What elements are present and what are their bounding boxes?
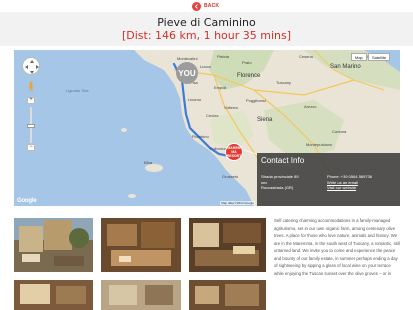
top-bar: BACK [0, 0, 413, 12]
map-label: Montepulciano [306, 142, 333, 147]
map-label: Follonica [210, 146, 227, 151]
property-description: Self catering charming accommodations in… [274, 218, 400, 276]
map-label: San Marino [330, 64, 361, 70]
map-label: Pistoia [217, 54, 230, 59]
contact-address: Strada provinciale 89 snc Roccastrada (G… [261, 174, 299, 190]
map-label: Cecina [206, 113, 219, 118]
map-label: Livorno [188, 97, 202, 102]
destination-marker-label: MAREM MA RESORT [226, 146, 242, 158]
gallery-photo[interactable] [101, 218, 181, 272]
destination-marker[interactable]: MAREM MA RESORT [225, 143, 243, 161]
map-label: Montecatini [177, 56, 198, 61]
back-button[interactable]: BACK [192, 1, 219, 11]
photo-bedroom-image [14, 280, 93, 310]
map-attribution: Map data ©2014 Google [220, 201, 255, 205]
gallery-photo[interactable] [14, 218, 93, 272]
photo-terrace-image [14, 218, 93, 272]
contact-details: Phone: +39 0564 569736 Write us an email… [327, 174, 397, 191]
map-label: Tuscany [276, 80, 291, 85]
map-label: Ligurian Sea [66, 88, 89, 93]
zoom-in-button[interactable]: + [27, 97, 35, 104]
back-arrow-icon [192, 1, 201, 11]
page-title: Pieve di Caminino [157, 16, 256, 29]
gallery-photo[interactable] [189, 280, 266, 310]
website-link[interactable]: Visit our website [327, 185, 397, 191]
distance-info: [Dist: 146 km, 1 hour 35 mins] [121, 29, 292, 42]
gallery-photo[interactable] [189, 218, 266, 272]
google-logo: Google [17, 198, 37, 204]
map-label: Empoli [214, 85, 227, 90]
map-label: Lucca [200, 64, 211, 69]
map-label: Cesena [299, 54, 313, 59]
map-type-map-button[interactable]: Map [351, 53, 367, 61]
photo-dining-image [189, 280, 266, 310]
photo-livingroom-image [189, 218, 266, 272]
map-label: Poggibonsi [246, 98, 266, 103]
page-header: Pieve di Caminino [Dist: 146 km, 1 hour … [0, 12, 413, 46]
map-label: Arezzo [304, 104, 317, 109]
photo-kitchen-image [101, 218, 181, 272]
contact-title: Contact Info [261, 156, 305, 165]
gallery-photo[interactable] [14, 280, 93, 310]
map-label: Cortona [332, 129, 347, 134]
pegman-icon[interactable] [28, 81, 34, 91]
zoom-out-button[interactable]: − [27, 144, 35, 151]
map-type-satellite-button[interactable]: Satellite [368, 53, 391, 61]
contact-info-panel: Contact Info Strada provinciale 89 snc R… [257, 153, 400, 206]
map-label: Prato [242, 60, 252, 65]
map-label: Piombino [192, 134, 209, 139]
map-label: Florence [237, 73, 261, 79]
map-label: Siena [257, 117, 273, 123]
photo-interior-image [101, 280, 181, 310]
pan-control[interactable] [22, 57, 40, 75]
origin-marker[interactable]: YOU [176, 62, 198, 84]
back-label: BACK [204, 3, 220, 9]
map-label: Grosseto [222, 174, 239, 179]
route-map[interactable]: Montecatini Pistoia Prato Lucca Pisa Flo… [14, 50, 400, 206]
pan-arrows-icon [25, 60, 39, 74]
zoom-slider-thumb[interactable] [27, 124, 35, 128]
map-label: Volterra [224, 105, 238, 110]
gallery-photo[interactable] [101, 280, 181, 310]
map-label: Elba [144, 160, 153, 165]
